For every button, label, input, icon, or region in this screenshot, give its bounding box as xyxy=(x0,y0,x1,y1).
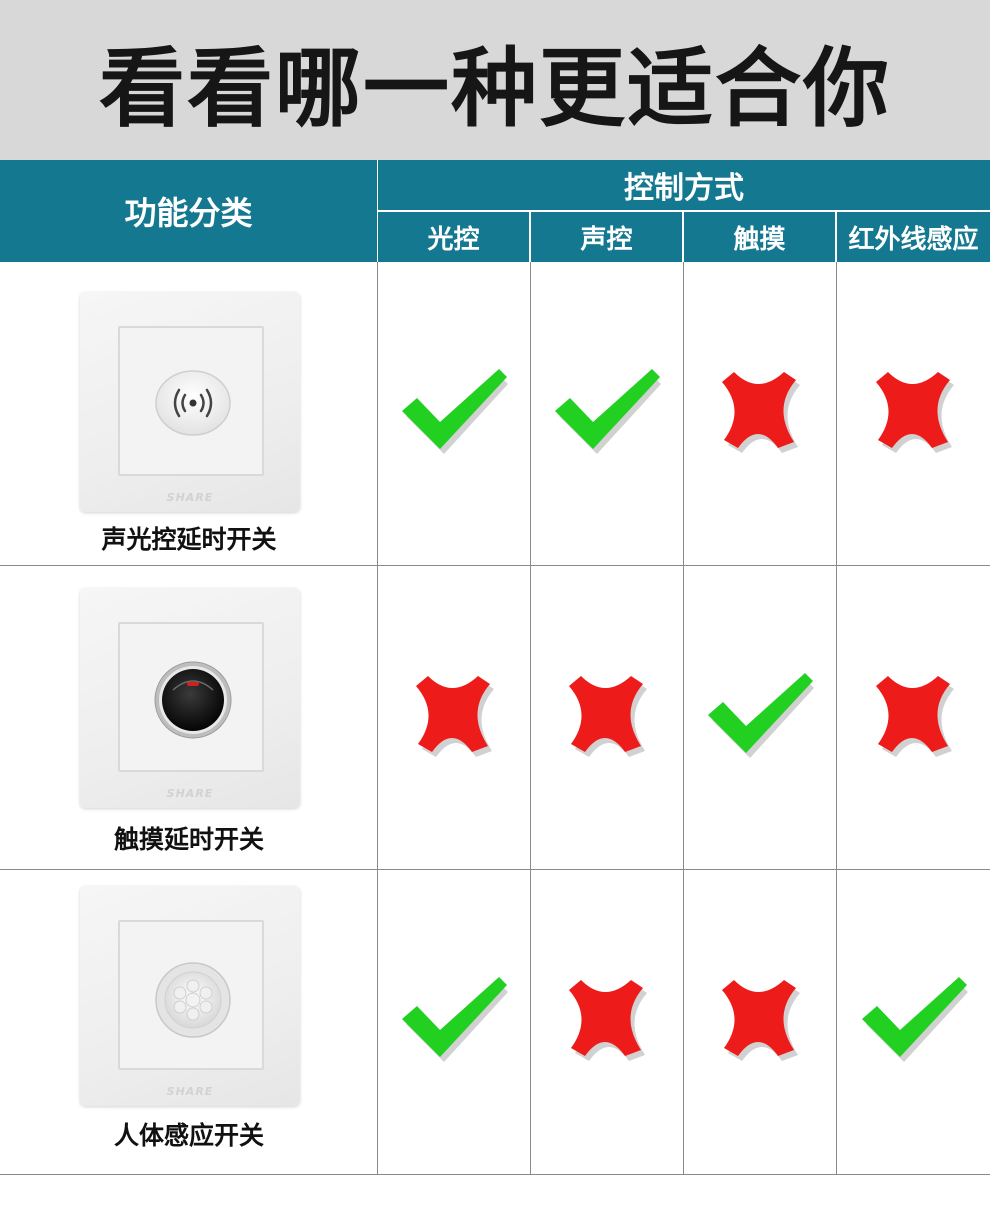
check-icon xyxy=(858,975,970,1069)
header-control: 控制方式 xyxy=(378,160,990,210)
check-icon xyxy=(398,367,510,461)
row-label: 人体感应开关 xyxy=(113,1121,264,1150)
header-category: 功能分类 xyxy=(0,160,377,262)
mark-cell xyxy=(531,870,684,1174)
cross-icon xyxy=(565,674,649,762)
mark-cell xyxy=(378,262,531,565)
header-method-touch: 触摸 xyxy=(684,212,835,262)
mark-cell xyxy=(378,870,531,1174)
row-category-cell: SHARE 触摸延时开关 xyxy=(0,566,378,869)
title-banner: 看看哪一种更适合你 xyxy=(0,0,990,160)
check-icon xyxy=(398,975,510,1069)
check-icon xyxy=(704,671,816,765)
brand-logo: SHARE xyxy=(166,491,214,504)
page-title: 看看哪一种更适合你 xyxy=(99,38,891,139)
header-method-light: 光控 xyxy=(378,212,529,262)
cross-icon xyxy=(872,674,956,762)
mark-cell xyxy=(531,566,684,869)
check-icon xyxy=(551,367,663,461)
table-row: SHARE 人体感应开关 xyxy=(0,870,990,1175)
mark-cell xyxy=(684,870,837,1174)
pir-sensor-icon xyxy=(155,962,231,1038)
brand-logo: SHARE xyxy=(166,1085,214,1098)
comparison-table: 功能分类 控制方式 光控 声控 触摸 红外线感应 SHARE 声光控延时开关 S… xyxy=(0,160,990,1175)
row-label: 声光控延时开关 xyxy=(101,525,277,554)
cross-icon xyxy=(718,370,802,458)
mark-cell xyxy=(837,566,990,869)
mark-cell xyxy=(531,262,684,565)
cross-icon xyxy=(718,978,802,1066)
mark-cell xyxy=(378,566,531,869)
row-category-cell: SHARE 人体感应开关 xyxy=(0,870,378,1174)
touch-button-icon xyxy=(154,661,232,739)
mark-cell xyxy=(684,262,837,565)
cross-icon xyxy=(412,674,496,762)
switch-photo: SHARE xyxy=(80,292,300,512)
switch-photo: SHARE xyxy=(80,886,300,1106)
header-method-infrared: 红外线感应 xyxy=(837,212,990,262)
table-row: SHARE 触摸延时开关 xyxy=(0,566,990,870)
sound-sensor-icon xyxy=(155,370,231,436)
brand-logo: SHARE xyxy=(166,787,214,800)
table-row: SHARE 声光控延时开关 xyxy=(0,262,990,566)
cross-icon xyxy=(565,978,649,1066)
row-category-cell: SHARE 声光控延时开关 xyxy=(0,262,378,565)
mark-cell xyxy=(684,566,837,869)
row-label: 触摸延时开关 xyxy=(113,825,264,854)
mark-cell xyxy=(837,262,990,565)
cross-icon xyxy=(872,370,956,458)
header-method-sound: 声控 xyxy=(531,212,682,262)
mark-cell xyxy=(837,870,990,1174)
switch-photo: SHARE xyxy=(80,588,300,808)
